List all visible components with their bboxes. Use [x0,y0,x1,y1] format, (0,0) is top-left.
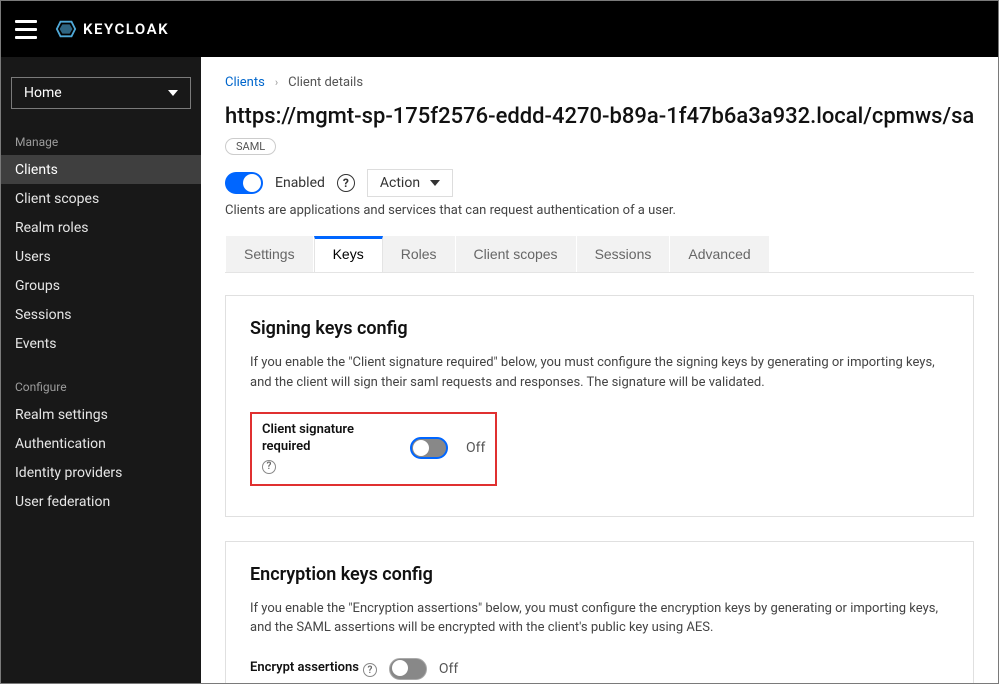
breadcrumb-clients-link[interactable]: Clients [225,75,265,90]
realm-selector-label: Home [24,85,62,101]
keycloak-icon [55,18,77,40]
encrypt-assertions-toggle[interactable] [389,658,427,680]
help-icon[interactable]: ? [363,663,377,677]
encryption-keys-desc: If you enable the "Encryption assertions… [250,599,949,638]
tab-roles[interactable]: Roles [383,236,456,272]
sidebar-item-groups[interactable]: Groups [1,271,201,300]
main-content: Clients › Client details https://mgmt-sp… [201,57,998,683]
chevron-down-icon [168,90,178,96]
sidebar-section-manage: Manage [1,125,201,155]
signing-keys-title: Signing keys config [250,318,949,339]
client-signature-toggle[interactable] [410,437,448,459]
sidebar-section-configure: Configure [1,370,201,400]
menu-toggle-button[interactable] [13,15,41,43]
client-signature-label: Client signature required ? [262,422,392,474]
tab-advanced[interactable]: Advanced [670,236,769,272]
sidebar-item-realm-settings[interactable]: Realm settings [1,400,201,429]
tabs: Settings Keys Roles Client scopes Sessio… [225,236,974,273]
tab-keys[interactable]: Keys [314,236,383,272]
sidebar-item-clients[interactable]: Clients [1,155,201,184]
action-dropdown-label: Action [380,175,420,191]
sidebar: Home Manage Clients Client scopes Realm … [1,57,201,683]
breadcrumb-current: Client details [288,75,363,90]
signing-keys-panel: Signing keys config If you enable the "C… [225,295,974,517]
sidebar-item-events[interactable]: Events [1,329,201,358]
breadcrumb: Clients › Client details [225,75,974,90]
protocol-badge: SAML [225,138,276,155]
sidebar-item-client-scopes[interactable]: Client scopes [1,184,201,213]
chevron-right-icon: › [275,76,278,89]
encrypt-assertions-label: Encrypt assertions ? [250,660,377,677]
chevron-down-icon [430,180,440,186]
sidebar-item-user-federation[interactable]: User federation [1,487,201,516]
tab-settings[interactable]: Settings [225,236,314,272]
tab-client-scopes[interactable]: Client scopes [456,236,577,272]
highlight-annotation: Client signature required ? Off [250,412,497,486]
encryption-keys-title: Encryption keys config [250,564,949,585]
client-enabled-label: Enabled [275,175,325,191]
tab-sessions[interactable]: Sessions [577,236,671,272]
sidebar-item-identity-providers[interactable]: Identity providers [1,458,201,487]
client-enabled-toggle[interactable] [225,172,263,194]
brand-logo[interactable]: KEYCLOAK [55,18,169,40]
brand-text: KEYCLOAK [83,20,169,38]
sidebar-item-authentication[interactable]: Authentication [1,429,201,458]
client-signature-state: Off [466,440,485,456]
sidebar-item-users[interactable]: Users [1,242,201,271]
sidebar-item-sessions[interactable]: Sessions [1,300,201,329]
help-icon[interactable]: ? [262,460,276,474]
help-icon[interactable]: ? [337,174,355,192]
realm-selector[interactable]: Home [11,77,191,109]
client-description: Clients are applications and services th… [225,203,974,218]
encrypt-assertions-state: Off [439,661,458,677]
page-title: https://mgmt-sp-175f2576-eddd-4270-b89a-… [225,104,974,129]
signing-keys-desc: If you enable the "Client signature requ… [250,353,949,392]
encryption-keys-panel: Encryption keys config If you enable the… [225,541,974,683]
topbar: KEYCLOAK [1,1,998,57]
action-dropdown[interactable]: Action [367,169,453,197]
sidebar-item-realm-roles[interactable]: Realm roles [1,213,201,242]
